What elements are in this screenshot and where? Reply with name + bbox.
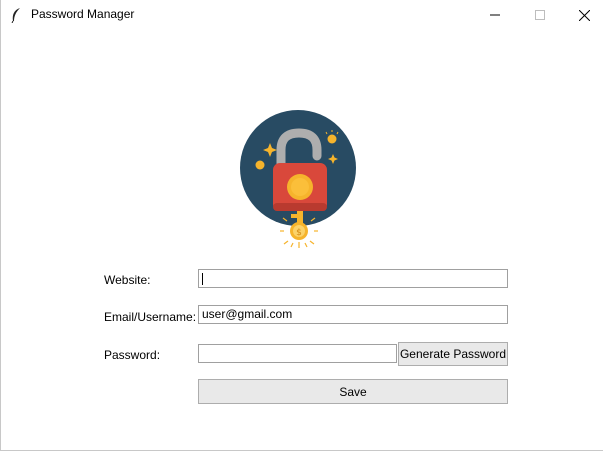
app-window: Password Manager $ Website: Email/Userna… [0,0,603,451]
website-label: Website: [104,273,151,287]
padlock-logo-icon: $ [240,110,356,248]
window-title: Password Manager [31,7,135,21]
minimize-button[interactable] [472,0,517,30]
generate-password-button[interactable]: Generate Password [398,342,508,366]
website-input[interactable] [198,269,508,288]
close-button[interactable] [562,0,603,30]
feather-icon [11,8,20,23]
maximize-icon [534,10,545,20]
email-username-input-value: user@gmail.com [202,307,293,321]
minimize-icon [489,14,500,16]
text-caret [202,273,203,285]
maximize-button[interactable] [517,0,562,30]
password-input[interactable] [198,344,397,363]
email-username-label: Email/Username: [104,310,197,324]
password-label: Password: [104,348,161,362]
title-bar[interactable]: Password Manager [1,0,603,30]
email-username-input[interactable]: user@gmail.com [198,305,508,324]
svg-text:$: $ [296,228,302,238]
save-button[interactable]: Save [198,379,508,404]
close-icon [579,9,590,21]
